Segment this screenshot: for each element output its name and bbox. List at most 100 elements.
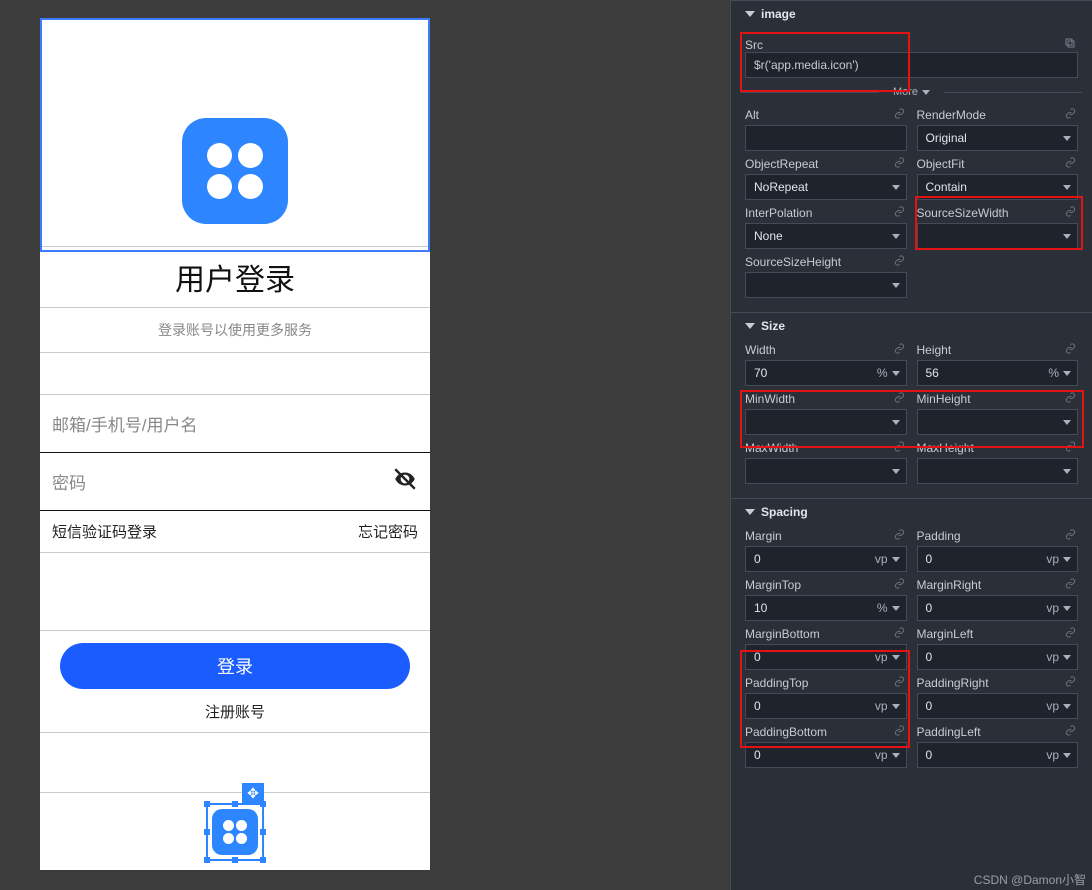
password-field[interactable]: 密码: [40, 453, 430, 511]
copy-icon[interactable]: [1064, 37, 1076, 52]
link-icon[interactable]: [1065, 343, 1076, 357]
rendermode-select[interactable]: Original: [917, 125, 1079, 151]
link-icon[interactable]: [1065, 676, 1076, 690]
property-inspector: image Src $r('app.media.icon') More Alt …: [730, 0, 1092, 890]
spacer: [40, 553, 430, 631]
alt-property: Alt: [745, 108, 907, 151]
footer: ✥: [40, 792, 430, 870]
chevron-down-icon: [892, 420, 900, 425]
app-logo-icon: [212, 809, 258, 855]
link-icon[interactable]: [1065, 627, 1076, 641]
link-icon[interactable]: [1065, 157, 1076, 171]
sourcesizeheight-property: SourceSizeHeight: [745, 255, 907, 298]
spacer: [40, 353, 430, 395]
objectrepeat-property: ObjectRepeatNoRepeat: [745, 157, 907, 200]
paddingbottom-input[interactable]: 0vp: [745, 742, 907, 768]
minwidth-input[interactable]: [745, 409, 907, 435]
marginleft-property: MarginLeft0vp: [917, 627, 1079, 670]
marginbottom-property: MarginBottom0vp: [745, 627, 907, 670]
link-icon[interactable]: [894, 627, 905, 641]
link-icon[interactable]: [1065, 441, 1076, 455]
src-input[interactable]: $r('app.media.icon'): [745, 52, 1078, 78]
width-property: Width70%: [745, 343, 907, 386]
link-icon[interactable]: [1065, 529, 1076, 543]
chevron-down-icon: [1063, 606, 1071, 611]
alt-input[interactable]: [745, 125, 907, 151]
height-property: Height56%: [917, 343, 1079, 386]
watermark: CSDN @Damon小智: [974, 871, 1086, 888]
link-icon[interactable]: [894, 725, 905, 739]
margin-input[interactable]: 0vp: [745, 546, 907, 572]
chevron-down-icon: [892, 371, 900, 376]
link-icon[interactable]: [894, 392, 905, 406]
margin-property: Margin0vp: [745, 529, 907, 572]
chevron-down-icon: [892, 557, 900, 562]
padding-input[interactable]: 0vp: [917, 546, 1079, 572]
chevron-down-icon: [892, 704, 900, 709]
link-icon[interactable]: [894, 441, 905, 455]
objectfit-select[interactable]: Contain: [917, 174, 1079, 200]
link-icon[interactable]: [894, 578, 905, 592]
section-header-image[interactable]: image: [731, 0, 1092, 27]
design-canvas[interactable]: 用户登录 登录账号以使用更多服务 邮箱/手机号/用户名 密码 短信验证码登录 忘…: [0, 0, 730, 890]
minwidth-property: MinWidth: [745, 392, 907, 435]
sourcesizewidth-input[interactable]: [917, 223, 1079, 249]
link-icon[interactable]: [894, 529, 905, 543]
rendermode-property: RenderModeOriginal: [917, 108, 1079, 151]
paddingleft-input[interactable]: 0vp: [917, 742, 1079, 768]
maxheight-input[interactable]: [917, 458, 1079, 484]
forgot-password-link[interactable]: 忘记密码: [358, 521, 418, 542]
chevron-down-icon: [1063, 753, 1071, 758]
maxwidth-input[interactable]: [745, 458, 907, 484]
chevron-down-icon: [892, 753, 900, 758]
app-logo-icon: [182, 118, 288, 224]
link-row: 短信验证码登录 忘记密码: [40, 511, 430, 553]
padding-property: Padding0vp: [917, 529, 1079, 572]
paddingright-input[interactable]: 0vp: [917, 693, 1079, 719]
marginright-input[interactable]: 0vp: [917, 595, 1079, 621]
eye-off-icon[interactable]: [392, 466, 418, 497]
more-divider[interactable]: More: [731, 86, 1092, 98]
paddingleft-property: PaddingLeft0vp: [917, 725, 1079, 768]
sourcesizeheight-input[interactable]: [745, 272, 907, 298]
paddingright-property: PaddingRight0vp: [917, 676, 1079, 719]
link-icon[interactable]: [894, 206, 905, 220]
email-field[interactable]: 邮箱/手机号/用户名: [40, 395, 430, 453]
chevron-down-icon: [1063, 557, 1071, 562]
link-icon[interactable]: [1065, 578, 1076, 592]
height-input[interactable]: 56%: [917, 360, 1079, 386]
sms-login-link[interactable]: 短信验证码登录: [52, 521, 157, 542]
paddingtop-input[interactable]: 0vp: [745, 693, 907, 719]
chevron-down-icon: [892, 185, 900, 190]
register-link[interactable]: 注册账号: [40, 701, 430, 733]
minheight-input[interactable]: [917, 409, 1079, 435]
marginleft-input[interactable]: 0vp: [917, 644, 1079, 670]
minheight-property: MinHeight: [917, 392, 1079, 435]
link-icon[interactable]: [1065, 108, 1076, 122]
login-button[interactable]: 登录: [60, 643, 410, 689]
link-icon[interactable]: [894, 343, 905, 357]
interpolation-select[interactable]: None: [745, 223, 907, 249]
link-icon[interactable]: [894, 676, 905, 690]
link-icon[interactable]: [1065, 392, 1076, 406]
chevron-down-icon: [892, 283, 900, 288]
maxwidth-property: MaxWidth: [745, 441, 907, 484]
section-header-spacing[interactable]: Spacing: [731, 498, 1092, 525]
selected-image-element[interactable]: ✥: [206, 803, 264, 861]
link-icon[interactable]: [894, 157, 905, 171]
margintop-input[interactable]: 10%: [745, 595, 907, 621]
link-icon[interactable]: [894, 108, 905, 122]
marginbottom-input[interactable]: 0vp: [745, 644, 907, 670]
objectrepeat-select[interactable]: NoRepeat: [745, 174, 907, 200]
chevron-down-icon: [1063, 469, 1071, 474]
chevron-down-icon: [1063, 234, 1071, 239]
section-header-size[interactable]: Size: [731, 312, 1092, 339]
link-icon[interactable]: [1065, 725, 1076, 739]
link-icon[interactable]: [1065, 206, 1076, 220]
paddingtop-property: PaddingTop0vp: [745, 676, 907, 719]
paddingbottom-property: PaddingBottom0vp: [745, 725, 907, 768]
width-input[interactable]: 70%: [745, 360, 907, 386]
link-icon[interactable]: [894, 255, 905, 269]
chevron-down-icon: [1063, 655, 1071, 660]
chevron-down-icon: [1063, 371, 1071, 376]
